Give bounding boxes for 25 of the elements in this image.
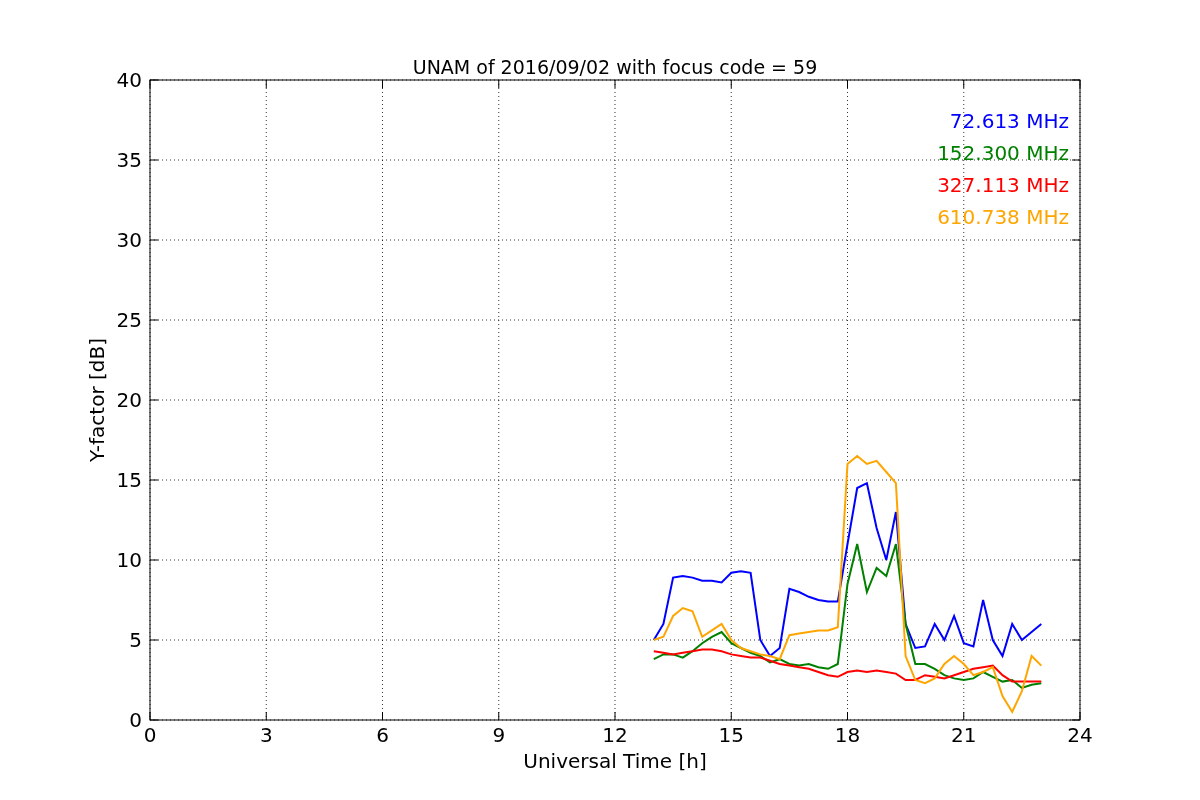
- y-axis-label: Y-factor [dB]: [85, 338, 109, 462]
- y-tick-label: 5: [129, 628, 142, 652]
- x-tick-label: 3: [259, 723, 273, 747]
- legend-label: 152.300 MHz: [937, 141, 1069, 165]
- y-tick-label: 0: [129, 708, 142, 732]
- x-tick-label: 0: [143, 723, 157, 747]
- y-tick-label: 35: [116, 148, 142, 172]
- y-tick-label: 30: [116, 228, 142, 252]
- x-tick-label: 24: [1067, 723, 1093, 747]
- legend-label: 327.113 MHz: [937, 173, 1069, 197]
- x-tick-label: 12: [602, 723, 628, 747]
- y-tick-label: 25: [116, 308, 142, 332]
- x-axis-label: Universal Time [h]: [523, 749, 707, 773]
- x-tick-label: 9: [492, 723, 506, 747]
- y-tick-label: 15: [116, 468, 142, 492]
- x-tick-label: 6: [376, 723, 389, 747]
- y-tick-label: 40: [116, 68, 142, 92]
- x-tick-label: 21: [951, 723, 977, 747]
- chart-title: UNAM of 2016/09/02 with focus code = 59: [412, 56, 818, 78]
- y-tick-label: 20: [116, 388, 142, 412]
- x-tick-label: 18: [834, 723, 861, 747]
- legend-label: 610.738 MHz: [937, 205, 1069, 229]
- y-tick-label: 10: [116, 548, 142, 572]
- legend-label: 72.613 MHz: [949, 109, 1069, 133]
- x-tick-label: 15: [718, 723, 744, 747]
